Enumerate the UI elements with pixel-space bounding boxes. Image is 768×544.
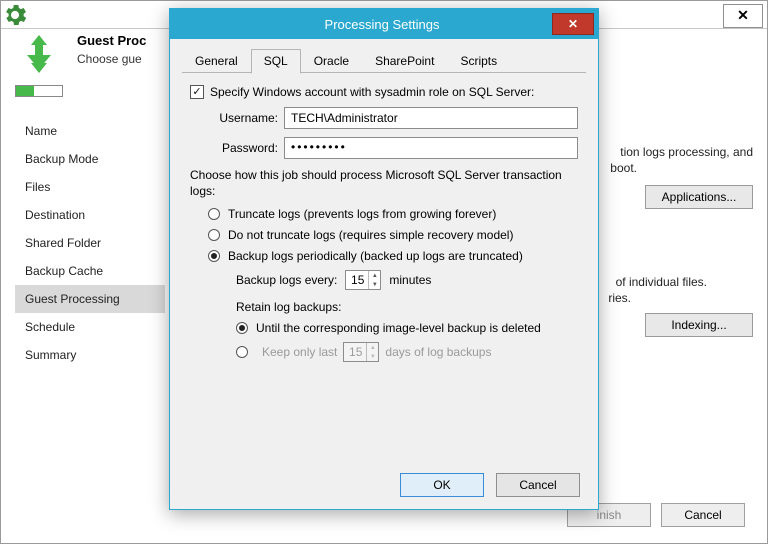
sidebar-item-guest-processing[interactable]: Guest Processing: [15, 285, 165, 313]
chevron-down-icon[interactable]: ▼: [369, 280, 380, 289]
sidebar-item-files[interactable]: Files: [15, 173, 165, 201]
tab-sql[interactable]: SQL: [251, 49, 301, 74]
dialog-title: Processing Settings: [212, 17, 552, 32]
password-input[interactable]: •••••••••: [284, 137, 578, 159]
dialog-footer: OK Cancel: [170, 461, 598, 509]
backup-every-unit: minutes: [389, 273, 431, 287]
progress-bar: [15, 85, 63, 97]
username-label: Username:: [218, 111, 284, 125]
sidebar-item-name[interactable]: Name: [15, 117, 165, 145]
wizard-heading-subtitle: Choose gue: [77, 52, 146, 66]
gear-icon: [1, 1, 29, 29]
radio-truncate-logs[interactable]: [208, 208, 220, 220]
backup-every-spinner[interactable]: 15 ▲▼: [345, 270, 381, 290]
dialog-body: ✓ Specify Windows account with sysadmin …: [170, 73, 598, 362]
download-arrow-icon: [15, 31, 63, 79]
content-text-frag1: tion logs processing, and: [620, 145, 753, 159]
keep-days-value: 15: [344, 345, 366, 359]
chevron-up-icon[interactable]: ▲: [369, 271, 380, 280]
dialog-cancel-button[interactable]: Cancel: [496, 473, 580, 497]
content-text-frag3: of individual files.: [616, 275, 707, 289]
radio-retain-until-deleted[interactable]: [236, 322, 248, 334]
radio-do-not-truncate-label: Do not truncate logs (requires simple re…: [228, 228, 513, 242]
sidebar-item-backup-mode[interactable]: Backup Mode: [15, 145, 165, 173]
tab-general[interactable]: General: [182, 49, 251, 73]
retain-label: Retain log backups:: [236, 300, 578, 314]
sidebar-item-backup-cache[interactable]: Backup Cache: [15, 257, 165, 285]
close-icon: ✕: [568, 17, 578, 31]
keep-only-last-label-post: days of log backups: [385, 345, 491, 359]
wizard-close-button[interactable]: ✕: [723, 4, 763, 28]
specify-account-label: Specify Windows account with sysadmin ro…: [210, 85, 534, 99]
radio-retain-until-deleted-label: Until the corresponding image-level back…: [256, 321, 541, 335]
ok-button[interactable]: OK: [400, 473, 484, 497]
dialog-close-button[interactable]: ✕: [552, 13, 594, 35]
username-input[interactable]: [284, 107, 578, 129]
tab-scripts[interactable]: Scripts: [447, 49, 510, 73]
backup-every-label: Backup logs every:: [236, 273, 337, 287]
wizard-cancel-button[interactable]: Cancel: [661, 503, 745, 527]
password-label: Password:: [218, 141, 284, 155]
radio-truncate-logs-label: Truncate logs (prevents logs from growin…: [228, 207, 496, 221]
sidebar-item-schedule[interactable]: Schedule: [15, 313, 165, 341]
wizard-heading-title: Guest Proc: [77, 33, 146, 48]
indexing-button[interactable]: Indexing...: [645, 313, 753, 337]
processing-settings-dialog: Processing Settings ✕ General SQL Oracle…: [169, 8, 599, 510]
backup-every-value: 15: [346, 273, 368, 287]
content-text-frag4: ries.: [608, 291, 631, 305]
close-icon: ✕: [737, 7, 749, 24]
dialog-titlebar: Processing Settings ✕: [170, 9, 598, 39]
sidebar-item-destination[interactable]: Destination: [15, 201, 165, 229]
sidebar-item-summary[interactable]: Summary: [15, 341, 165, 369]
radio-backup-periodically[interactable]: [208, 250, 220, 262]
radio-do-not-truncate[interactable]: [208, 229, 220, 241]
tab-oracle[interactable]: Oracle: [301, 49, 362, 73]
dialog-tabs: General SQL Oracle SharePoint Scripts: [182, 49, 586, 73]
chevron-up-icon: ▲: [367, 343, 378, 352]
content-text-frag2: boot.: [610, 161, 637, 175]
specify-account-checkbox[interactable]: ✓: [190, 85, 204, 99]
keep-only-last-label-pre: Keep only last: [262, 345, 337, 359]
radio-keep-only-last[interactable]: [236, 346, 248, 358]
choose-how-label: Choose how this job should process Micro…: [190, 167, 578, 199]
keep-days-spinner: 15 ▲▼: [343, 342, 379, 362]
checkmark-icon: ✓: [192, 87, 201, 98]
chevron-down-icon: ▼: [367, 352, 378, 361]
sidebar-item-shared-folder[interactable]: Shared Folder: [15, 229, 165, 257]
radio-backup-periodically-label: Backup logs periodically (backed up logs…: [228, 249, 523, 263]
applications-button[interactable]: Applications...: [645, 185, 753, 209]
tab-sharepoint[interactable]: SharePoint: [362, 49, 447, 73]
wizard-sidebar: Name Backup Mode Files Destination Share…: [15, 117, 165, 487]
